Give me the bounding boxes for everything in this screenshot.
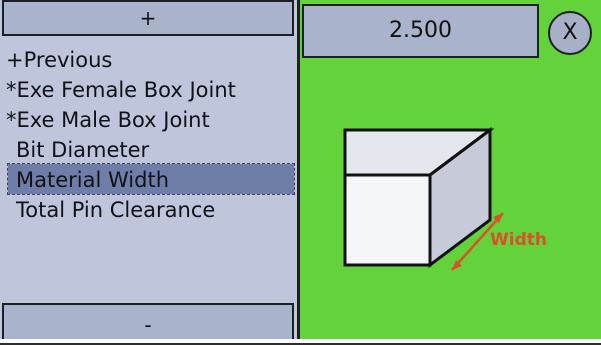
menu-item-exe-male-box-joint[interactable]: *Exe Male Box Joint (4, 104, 296, 134)
scroll-down-button[interactable]: - (2, 303, 294, 341)
close-icon: X (562, 20, 578, 45)
menu-item-bit-diameter[interactable]: Bit Diameter (4, 134, 296, 164)
screen-bottom-edge (0, 339, 601, 343)
menu-list: +Previous *Exe Female Box Joint *Exe Mal… (4, 44, 296, 298)
dimension-label: Width (490, 230, 547, 250)
box-diagram-icon (343, 127, 504, 271)
menu-item-material-width[interactable]: Material Width (7, 163, 295, 195)
device-screen: + +Previous *Exe Female Box Joint *Exe M… (0, 0, 601, 343)
close-button[interactable]: X (548, 11, 592, 55)
menu-item-total-pin-clearance[interactable]: Total Pin Clearance (4, 194, 296, 224)
detail-panel: 2.500 X Width (300, 0, 601, 343)
menu-item-previous[interactable]: +Previous (4, 44, 296, 74)
menu-item-exe-female-box-joint[interactable]: *Exe Female Box Joint (4, 74, 296, 104)
menu-panel: + +Previous *Exe Female Box Joint *Exe M… (0, 0, 299, 343)
scroll-up-button[interactable]: + (2, 0, 294, 36)
value-display[interactable]: 2.500 (302, 4, 539, 58)
